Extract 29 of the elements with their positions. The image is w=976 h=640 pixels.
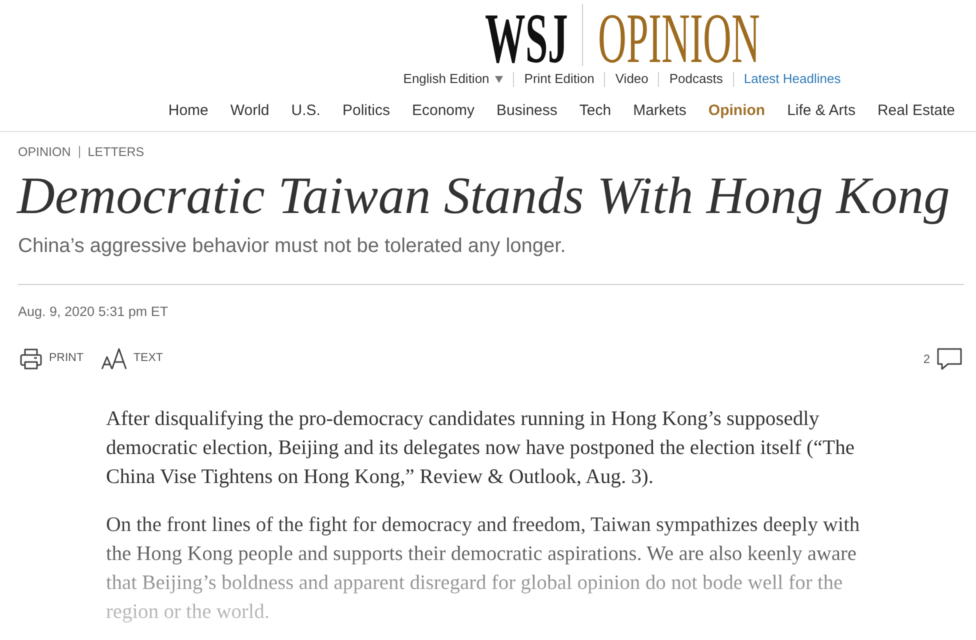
- breadcrumb-link[interactable]: LETTERS: [88, 144, 144, 160]
- main-nav-link[interactable]: Opinion: [708, 101, 766, 121]
- main-nav-link[interactable]: Tech: [579, 101, 612, 121]
- edition-nav-link[interactable]: Video: [615, 70, 648, 88]
- edition-nav-link[interactable]: Podcasts: [669, 70, 723, 88]
- main-nav-link[interactable]: Real Estate: [877, 101, 955, 121]
- comments-button[interactable]: 2: [923, 348, 962, 370]
- text-size-icon: [100, 348, 126, 370]
- printer-icon: [20, 348, 42, 370]
- main-nav-link[interactable]: World: [230, 101, 270, 121]
- edition-nav-link[interactable]: Latest Headlines: [744, 70, 841, 88]
- article-subheadline: China’s aggressive behavior must not be tolerated any longer.: [18, 234, 566, 258]
- breadcrumb-link[interactable]: OPINION: [18, 144, 71, 160]
- article-paragraph: After disqualifying the pro-democracy candidates running in Hong Kong’s supposedly democratic election, Beijing and its delegates now have postponed the election itself (“The China Vise Tightens on Hong Kong,” Review & Outlook, Aug. 3).: [106, 407, 856, 490]
- article-headline: Democratic Taiwan Stands With Hong Kong: [17, 166, 950, 226]
- article-timestamp: Aug. 9, 2020 5:31 pm ET: [18, 303, 168, 321]
- main-nav-link[interactable]: Life & Arts: [787, 101, 856, 121]
- main-nav-link[interactable]: U.S.: [291, 101, 320, 121]
- main-nav-link[interactable]: Home: [168, 101, 208, 121]
- main-nav-link[interactable]: Business: [496, 101, 558, 121]
- comment-icon: [937, 348, 962, 370]
- edition-nav-link[interactable]: Print Edition: [524, 70, 594, 88]
- text-size-button[interactable]: TEXT: [100, 348, 163, 370]
- main-nav-link[interactable]: Economy: [412, 101, 475, 121]
- print-button[interactable]: PRINT: [20, 348, 84, 370]
- main-nav-link[interactable]: Markets: [633, 101, 686, 121]
- caret-icon: [495, 76, 504, 82]
- edition-dropdown[interactable]: English Edition: [403, 70, 504, 88]
- main-nav-link[interactable]: Politics: [342, 101, 390, 121]
